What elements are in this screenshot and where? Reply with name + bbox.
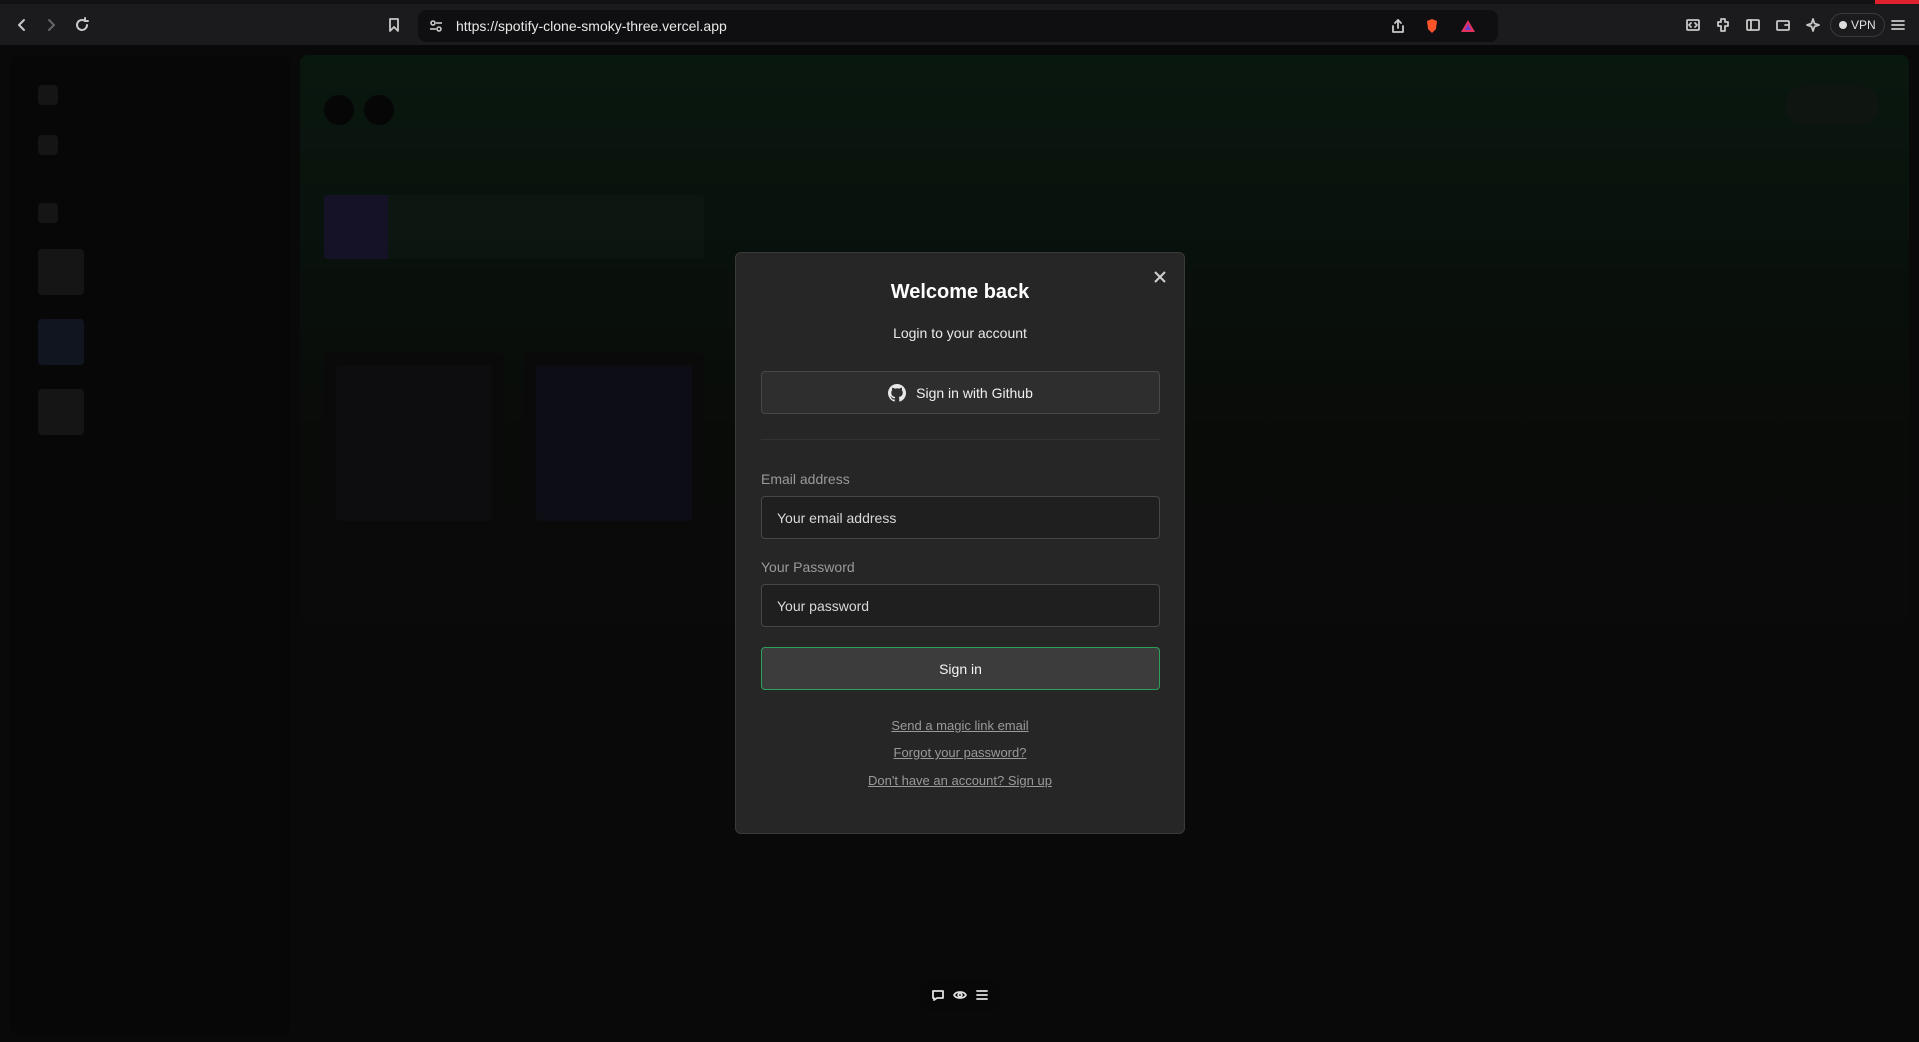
divider [761,439,1160,440]
share-icon[interactable] [1388,16,1408,36]
eye-icon[interactable] [951,986,969,1004]
password-label: Your Password [761,559,855,575]
login-modal: Welcome back Login to your account Sign … [735,252,1185,834]
address-bar[interactable]: https://spotify-clone-smoky-three.vercel… [418,10,1498,42]
bookmark-icon[interactable] [384,15,404,35]
password-field[interactable]: Your password [761,584,1160,627]
brave-shields-icon[interactable] [1422,16,1442,36]
vpn-status-icon [1839,21,1847,29]
modal-subtitle: Login to your account [893,325,1027,341]
wallet-icon[interactable] [1773,15,1793,35]
extensions-icon[interactable] [1713,15,1733,35]
back-icon[interactable] [11,14,33,36]
forgot-password-link[interactable]: Forgot your password? [736,745,1184,760]
brave-rewards-icon[interactable] [1458,16,1478,36]
signup-link[interactable]: Don't have an account? Sign up [736,773,1184,788]
vpn-label: VPN [1851,18,1876,32]
url-text: https://spotify-clone-smoky-three.vercel… [456,18,727,34]
github-button-label: Sign in with Github [916,384,1033,401]
forward-icon[interactable] [40,14,62,36]
leo-ai-icon[interactable] [1803,15,1823,35]
magic-link[interactable]: Send a magic link email [736,718,1184,733]
email-field[interactable]: Your email address [761,496,1160,539]
modal-title: Welcome back [890,281,1030,303]
sidebar-icon[interactable] [1743,15,1763,35]
window-accent-strip [1875,0,1919,4]
site-settings-icon[interactable] [428,18,444,34]
developer-tools-icon[interactable] [1683,15,1703,35]
github-icon [888,383,907,402]
comment-icon[interactable] [929,986,947,1004]
floating-toolbar [919,979,1001,1011]
menu-icon[interactable] [1888,15,1908,35]
signin-button[interactable]: Sign in [761,647,1160,690]
browser-toolbar: https://spotify-clone-smoky-three.vercel… [0,0,1919,45]
github-signin-button[interactable]: Sign in with Github [761,371,1160,414]
email-label: Email address [761,471,850,487]
reload-icon[interactable] [71,14,93,36]
vpn-button[interactable]: VPN [1830,13,1885,37]
list-icon[interactable] [973,986,991,1004]
